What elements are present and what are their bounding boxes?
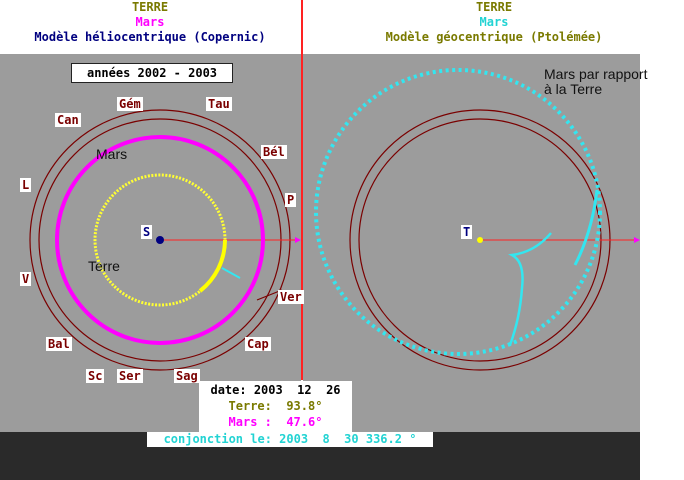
mars-relative-note-2: à la Terre (544, 81, 603, 97)
earth-mars-line (221, 267, 241, 279)
mars-relative-path (314, 68, 602, 356)
mars-relative-note-1: Mars par rapport (544, 66, 648, 82)
mars-retrograde-loop (508, 232, 552, 346)
info-earth-angle: Terre: 93.8° (228, 399, 323, 413)
geocentric-diagram (314, 68, 640, 371)
zodiac-pisces: P (285, 193, 297, 207)
zodiac-serpentarius: Ser (117, 369, 143, 383)
years-label: années 2002 - 2003 (71, 63, 233, 83)
zodiac-scorpio: Sc (86, 369, 105, 383)
heliocentric-axis-arrow (295, 237, 301, 243)
zodiac-cancer: Can (55, 113, 81, 127)
sun-marker (156, 236, 164, 244)
zodiac-aries: Bél (261, 145, 287, 159)
earth-marker (477, 237, 483, 243)
zodiac-gemini: Gém (117, 97, 143, 111)
sun-label: S (141, 225, 153, 239)
zodiac-sagittarius: Sag (174, 369, 200, 383)
zodiac-libra: Bal (46, 337, 72, 351)
info-date: date: 2003 12 26 (210, 383, 341, 397)
earth-center-label: T (461, 225, 473, 239)
info-mars-angle: Mars : 47.6° (228, 415, 323, 429)
zodiac-taurus: Tau (206, 97, 232, 111)
geocentric-axis-arrow (634, 237, 640, 243)
mars-retrograde-arc (573, 189, 599, 266)
zodiac-aquarius: Ver (278, 290, 304, 304)
info-box: date: 2003 12 26 Terre: 93.8° Mars : 47.… (199, 381, 352, 432)
mars-label: Mars (96, 146, 128, 162)
zodiac-leo: L (20, 178, 32, 192)
zodiac-virgo: V (20, 272, 32, 286)
conjunction-date: conjonction le: 2003 8 30 336.2 ° (147, 432, 433, 447)
earth-orbit-highlight (198, 239, 227, 293)
zodiac-capricorn: Cap (245, 337, 271, 351)
earth-label: Terre (88, 258, 120, 274)
